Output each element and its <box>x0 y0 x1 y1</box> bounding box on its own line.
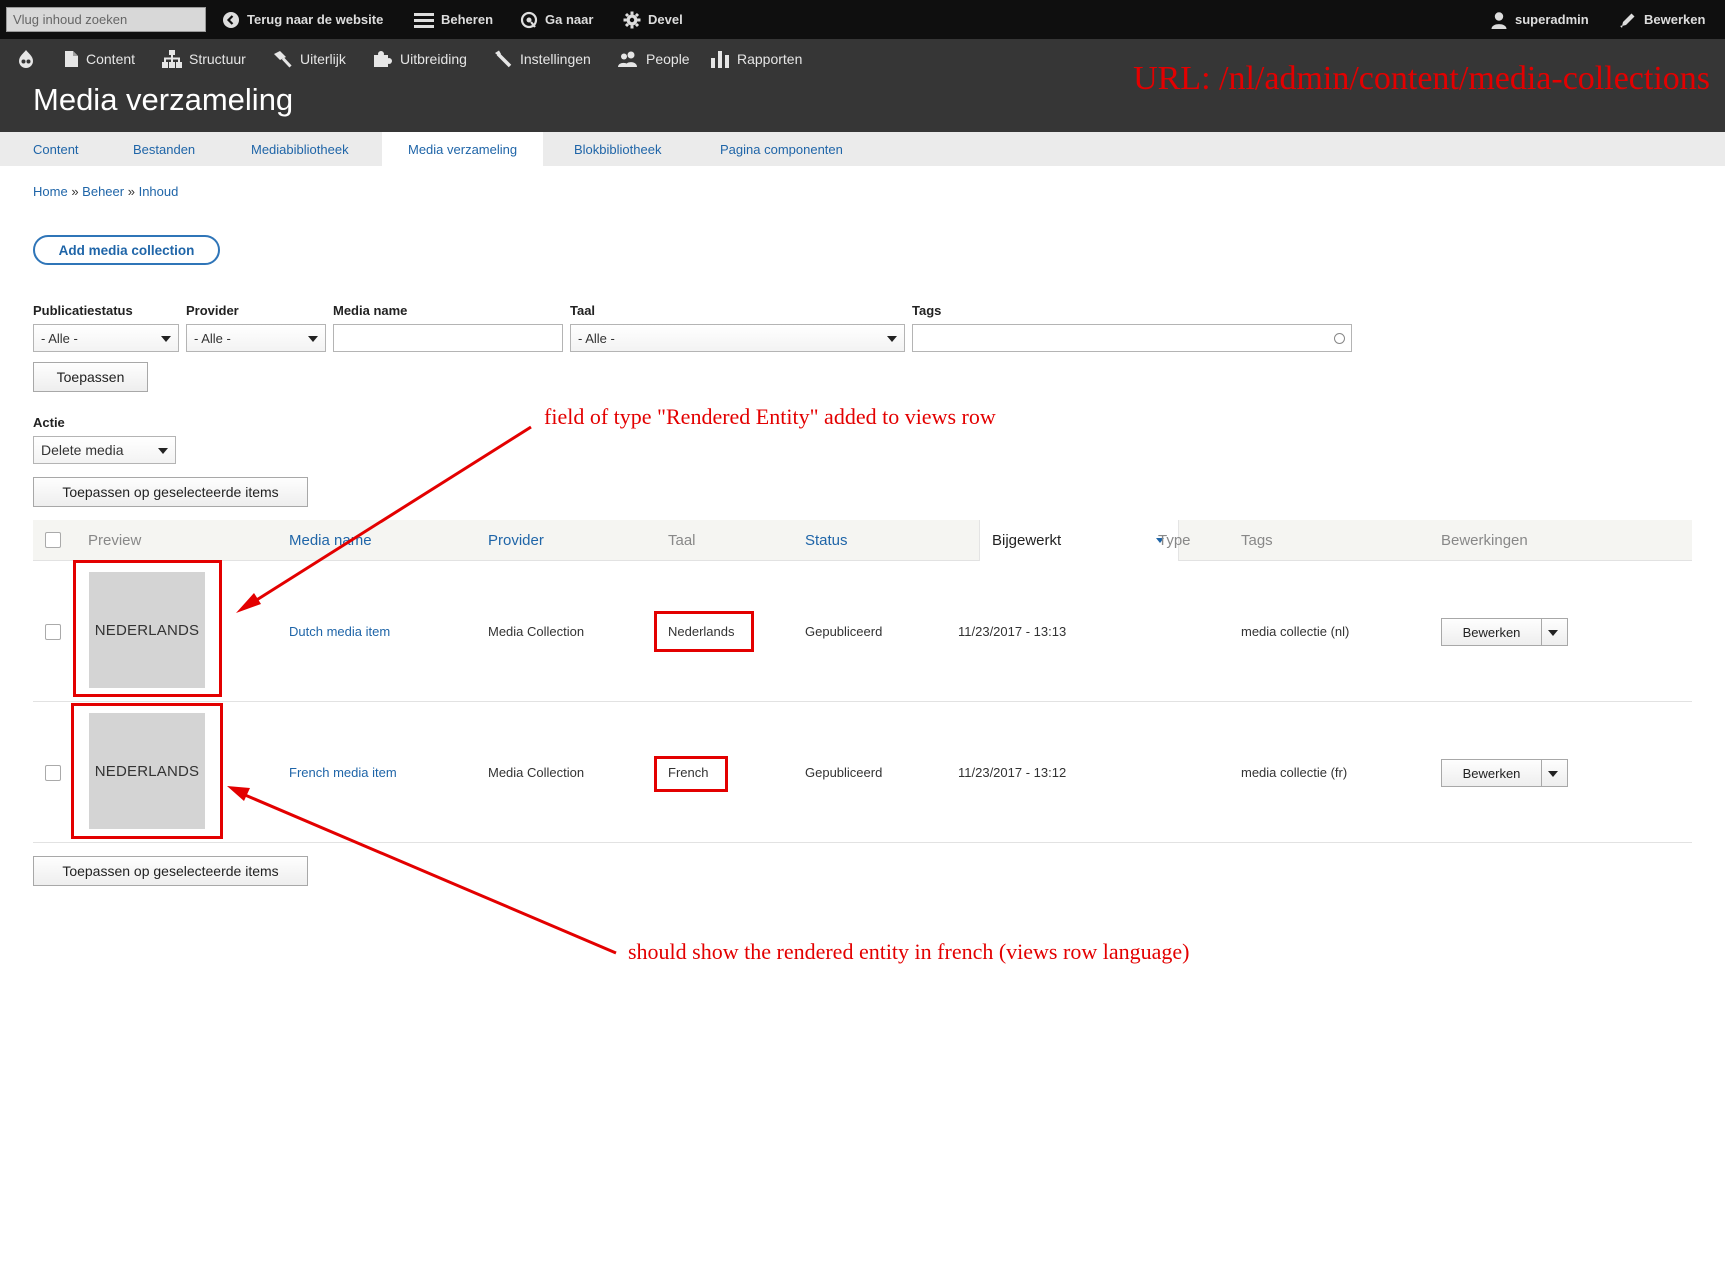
annotation-text-bottom: should show the rendered entity in frenc… <box>628 939 1190 964</box>
arrow-head-top <box>236 593 261 613</box>
arrow-line-top <box>246 425 532 608</box>
annotation-text-top: field of type "Rendered Entity" added to… <box>544 404 996 429</box>
arrow-line-bottom <box>237 790 617 955</box>
arrow-head-bottom <box>227 786 250 801</box>
annotation-arrows <box>227 425 617 955</box>
